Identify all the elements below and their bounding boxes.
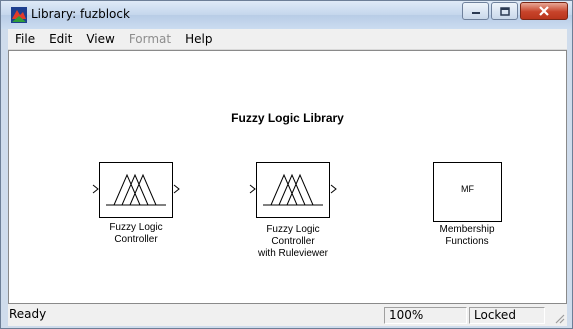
input-port-icon xyxy=(249,184,256,194)
window-title: Library: fuzblock xyxy=(31,7,130,21)
resize-grip-icon[interactable] xyxy=(553,312,565,324)
status-bar: Ready 100% Locked xyxy=(8,304,567,326)
status-mode: Locked xyxy=(469,307,545,324)
status-ready: Ready xyxy=(9,307,47,321)
menu-help[interactable]: Help xyxy=(178,32,219,46)
library-canvas[interactable]: Fuzzy Logic Library Fuzzy Logic Controll… xyxy=(8,50,567,304)
library-window: Library: fuzblock File Edit View Format … xyxy=(0,0,573,329)
fuzzy-logic-controller-ruleviewer-block[interactable] xyxy=(256,162,330,218)
menu-format: Format xyxy=(128,32,172,46)
membership-functions-block[interactable]: MF xyxy=(433,162,502,222)
mf-icon-text: MF xyxy=(461,184,474,194)
title-bar[interactable]: Library: fuzblock xyxy=(1,1,572,29)
menu-edit[interactable]: Edit xyxy=(42,32,79,46)
minimize-icon xyxy=(471,12,480,14)
fuzzy-logic-controller-ruleviewer-label: Fuzzy Logic Controller with Ruleviewer xyxy=(257,224,329,259)
output-port-icon xyxy=(173,184,180,194)
menu-file[interactable]: File xyxy=(8,32,42,46)
simulink-app-icon xyxy=(11,7,27,23)
close-button[interactable] xyxy=(520,2,568,20)
fuzzy-logic-controller-block[interactable] xyxy=(99,162,173,218)
membership-functions-label: Membership Functions xyxy=(439,224,495,247)
membership-triangles-icon xyxy=(106,173,166,206)
library-title: Fuzzy Logic Library xyxy=(231,111,344,125)
output-port-icon xyxy=(330,184,337,194)
fuzzy-logic-controller-label: Fuzzy Logic Controller xyxy=(109,222,163,245)
status-zoom: 100% xyxy=(384,307,467,324)
maximize-icon xyxy=(499,6,510,16)
input-port-icon xyxy=(92,184,99,194)
close-icon xyxy=(539,6,549,16)
maximize-button[interactable] xyxy=(491,2,518,20)
menu-bar: File Edit View Format Help xyxy=(8,29,567,50)
menu-view[interactable]: View xyxy=(79,32,121,46)
membership-triangles-icon xyxy=(263,173,323,206)
minimize-button[interactable] xyxy=(462,2,489,20)
